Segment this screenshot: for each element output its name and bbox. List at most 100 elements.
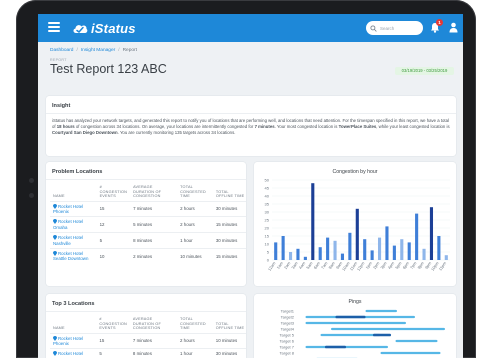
ping-segment[interactable] — [305, 345, 389, 349]
table-header-row: NAME # CONGESTION EVENTS AVERAGE DURATIO… — [50, 184, 246, 201]
map-pin-icon — [53, 351, 57, 357]
table-row[interactable]: Rocket Hotel Phoenix 15 7 minutes 2 hours 10… — [50, 332, 246, 349]
bar-10pm[interactable] — [437, 236, 441, 260]
tablet-frame: iStatus Search 1 Dashboard / Insight Manag… — [16, 0, 476, 358]
offline-time: 15 minutes — [212, 247, 246, 264]
table-row[interactable]: Rocket Hotel 5 8 minutes 1 hour 30 minutes — [50, 348, 246, 358]
congestion-events: 10 — [96, 247, 131, 264]
congestion-events: 15 — [96, 200, 131, 217]
bar-3pm[interactable] — [385, 226, 389, 260]
congestion-chart-title: Congestion by hour — [332, 169, 378, 175]
table-row[interactable]: Rocket Hotel Omaha 12 5 minutes 2 hours 15 m… — [50, 216, 246, 233]
col-offline-time: TOTAL OFFLINE TIME — [215, 189, 245, 199]
table-row[interactable]: Rocket Hotel Seattle Downtown 10 2 minutes… — [50, 247, 246, 264]
ping-segment[interactable] — [395, 339, 438, 343]
target-label: Target3 — [281, 321, 295, 326]
average-duration: 7 minutes — [130, 200, 178, 217]
ping-segment[interactable] — [331, 327, 445, 331]
notification-count-badge: 1 — [436, 19, 443, 26]
insight-card: Insight iStatus has analyzed your networ… — [46, 96, 456, 156]
search-icon — [370, 24, 377, 32]
col-events: # CONGESTION EVENTS — [99, 317, 127, 330]
bar-4am[interactable] — [303, 256, 307, 260]
bar-12am[interactable] — [274, 242, 278, 260]
date-range-badge: 03/19/2019 - 03/25/2019 — [395, 67, 454, 75]
location-name[interactable]: Rocket Hotel Phoenix — [50, 332, 97, 349]
table-header-row: NAME # CONGESTION EVENTS AVERAGE DURATIO… — [50, 316, 246, 333]
bar-9pm[interactable] — [429, 207, 434, 260]
x-tick-label: 7am — [320, 260, 329, 270]
map-pin-icon — [53, 235, 57, 241]
bar-6pm[interactable] — [407, 242, 411, 260]
problem-locations-card: Problem Locations NAME # CONGESTION EVEN… — [46, 162, 246, 286]
bar-2am[interactable] — [288, 252, 293, 260]
ping-segment[interactable] — [373, 333, 391, 337]
bar-11pm[interactable] — [444, 255, 448, 260]
insight-heading: Insight — [52, 103, 71, 109]
table-row[interactable]: Rocket Hotel Phoenix 15 7 minutes 2 hours 30… — [50, 200, 246, 217]
bar-12pm[interactable] — [363, 239, 367, 260]
average-duration: 7 minutes — [129, 332, 178, 349]
bar-5pm[interactable] — [400, 239, 404, 260]
y-tick-label: 35 — [265, 201, 270, 206]
bar-10am[interactable] — [348, 232, 352, 260]
congested-time: 2 hours — [177, 332, 213, 349]
y-tick-label: 45 — [265, 185, 270, 190]
ping-segment[interactable] — [305, 321, 407, 325]
bar-8am[interactable] — [333, 240, 337, 260]
hamburger-menu-icon[interactable] — [48, 22, 60, 32]
ping-segment[interactable] — [320, 333, 381, 337]
bar-1pm[interactable] — [370, 250, 374, 260]
map-pin-icon — [53, 335, 57, 341]
y-tick-label: 15 — [265, 233, 270, 238]
search-input[interactable]: Search — [366, 21, 423, 35]
top-locations-card: Top 3 Locations NAME # CONGESTION EVENTS… — [46, 294, 246, 358]
map-pin-icon — [53, 203, 57, 209]
ping-segment[interactable] — [380, 351, 441, 355]
breadcrumb-insight-manager[interactable]: Insight Manager — [81, 48, 115, 53]
x-tick-label: 8pm — [416, 260, 425, 270]
col-name: NAME — [53, 194, 65, 198]
location-name[interactable]: Rocket Hotel Seattle Downtown — [50, 247, 97, 264]
problem-locations-heading: Problem Locations — [52, 169, 103, 175]
bar-2pm[interactable] — [377, 237, 382, 260]
istatus-logo[interactable]: iStatus — [72, 20, 136, 36]
location-name[interactable]: Rocket Hotel Phoenix — [50, 200, 97, 217]
breadcrumb-dashboard[interactable]: Dashboard — [50, 48, 73, 53]
x-tick-label: 6pm — [401, 260, 410, 270]
bar-5am[interactable] — [311, 183, 315, 260]
x-tick-label: 5am — [305, 260, 314, 270]
bar-6am[interactable] — [318, 247, 322, 260]
congestion-events: 5 — [96, 348, 130, 358]
bar-1am[interactable] — [281, 236, 285, 260]
bar-3am[interactable] — [296, 248, 300, 260]
location-name[interactable]: Rocket Hotel Omaha — [50, 216, 97, 233]
ping-segment[interactable] — [335, 315, 366, 319]
congestion-events: 12 — [96, 216, 131, 233]
app-screen: iStatus Search 1 Dashboard / Insight Manag… — [38, 14, 463, 358]
col-congested-time: TOTAL CONGESTED TIME — [180, 185, 206, 198]
bar-7am[interactable] — [326, 237, 330, 260]
bar-7pm[interactable] — [415, 213, 419, 260]
ping-segment[interactable] — [365, 309, 398, 313]
col-avg-duration: AVERAGE DURATION OF CONGESTION — [132, 317, 161, 330]
bar-11am[interactable] — [355, 208, 359, 260]
table-row[interactable]: Rocket Hotel Nashville 5 8 minutes 1 hour 30… — [50, 232, 246, 249]
page-title: Test Report 123 ABC — [50, 62, 167, 76]
location-name[interactable]: Rocket Hotel — [50, 348, 97, 358]
breadcrumb-current: Report — [122, 48, 137, 53]
target-label: Target 7 — [280, 345, 295, 350]
offline-time: 10 minutes — [212, 332, 246, 349]
user-icon[interactable] — [449, 22, 458, 33]
bar-9am[interactable] — [340, 253, 345, 260]
camera-dot — [29, 178, 34, 183]
bar-8pm[interactable] — [422, 248, 426, 260]
col-congested-time: TOTAL CONGESTED TIME — [180, 317, 206, 330]
bar-4pm[interactable] — [392, 245, 396, 260]
pings-timeline-chart: Target1Target2Target3Target4Target 5Targ… — [280, 309, 445, 358]
average-duration: 5 minutes — [130, 216, 178, 233]
ping-segment[interactable] — [325, 345, 346, 349]
location-name[interactable]: Rocket Hotel Nashville — [50, 232, 97, 249]
x-tick-label: 11pm — [437, 260, 447, 271]
average-duration: 8 minutes — [129, 348, 178, 358]
